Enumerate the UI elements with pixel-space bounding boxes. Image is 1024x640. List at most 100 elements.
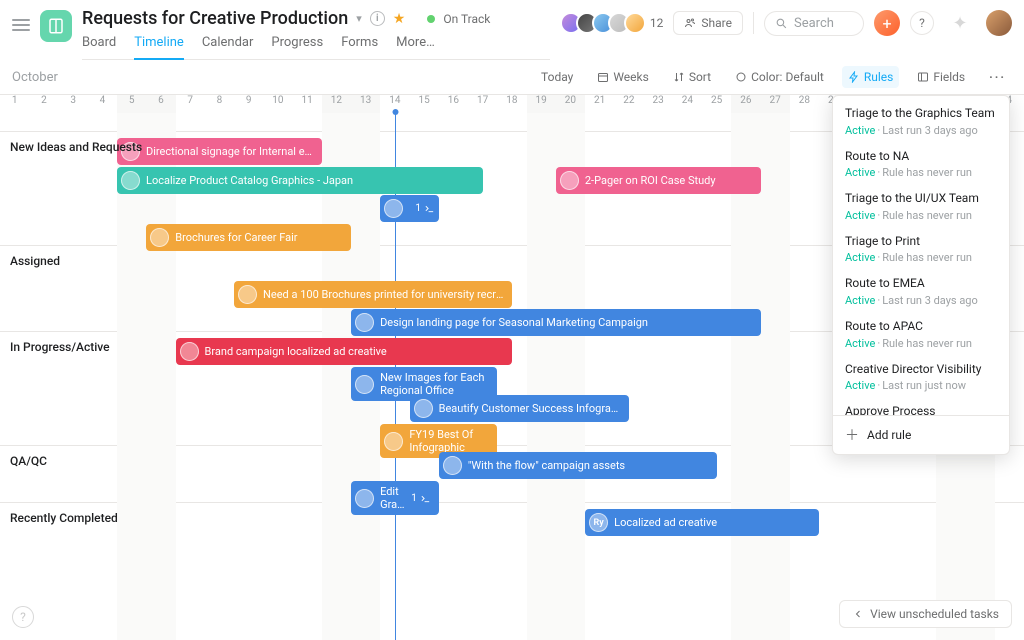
task-bar[interactable]: Localize Product Catalog Graphics - Japa… (117, 167, 483, 194)
rule-when: Rule has never run (882, 209, 972, 222)
rule-item[interactable]: Triage to the Graphics TeamActive·Last r… (833, 100, 1009, 143)
task-bar[interactable]: Beautify Customer Success Infographic (410, 395, 629, 422)
section-label[interactable]: QA/QC (10, 454, 47, 468)
date-cell: 21 (585, 95, 614, 113)
help-button[interactable]: ? (910, 11, 934, 35)
rule-item[interactable]: Triage to the UI/UX TeamActive·Rule has … (833, 185, 1009, 228)
user-avatar[interactable] (986, 10, 1012, 36)
today-button[interactable]: Today (535, 66, 579, 88)
color-icon (735, 71, 747, 83)
facepile[interactable]: 12 (560, 12, 664, 34)
date-cell: 27 (761, 95, 790, 113)
task-label: 2-Pager on ROI Case Study (585, 174, 753, 187)
task-label: Brochures for Career Fair (175, 231, 343, 244)
assignee-avatar (384, 199, 403, 218)
date-cell: 17 (468, 95, 497, 113)
date-cell: 25 (702, 95, 731, 113)
star-icon[interactable]: ★ (393, 11, 406, 27)
sort-button[interactable]: Sort (667, 66, 717, 88)
task-bar[interactable]: Edit Graph… 1 (351, 481, 439, 515)
assignee-avatar (355, 489, 374, 508)
rule-item[interactable]: Creative Director VisibilityActive·Last … (833, 356, 1009, 399)
date-cell: 19 (527, 95, 556, 113)
project-icon[interactable] (40, 10, 72, 42)
task-bar[interactable]: 2-Pager on ROI Case Study (556, 167, 761, 194)
rule-when: Rule has never run (882, 251, 972, 264)
rule-name: Approve Process (845, 404, 997, 415)
date-cell: 22 (614, 95, 643, 113)
tab-progress[interactable]: Progress (271, 35, 323, 59)
section-label[interactable]: In Progress/Active (10, 340, 110, 354)
rule-name: Creative Director Visibility (845, 362, 997, 378)
search-input[interactable]: Search (764, 11, 864, 36)
tab-more[interactable]: More… (396, 35, 435, 59)
chevron-down-icon[interactable]: ▾ (356, 12, 362, 25)
date-cell: 2 (29, 95, 58, 113)
tab-calendar[interactable]: Calendar (202, 35, 254, 59)
add-button[interactable]: + (874, 10, 900, 36)
task-label: Brand campaign localized ad creative (205, 345, 504, 358)
mascot-icon: ✦ (944, 11, 976, 35)
task-bar[interactable]: Design landing page for Seasonal Marketi… (351, 309, 761, 336)
rule-status: Active (845, 294, 875, 307)
section-label[interactable]: Recently Completed (10, 511, 118, 525)
sort-icon (673, 71, 685, 83)
color-button[interactable]: Color: Default (729, 66, 830, 88)
feedback-button[interactable]: ? (12, 606, 34, 628)
task-bar[interactable]: Need a 100 Brochures printed for univers… (234, 281, 512, 308)
task-label: Localize Product Catalog Graphics - Japa… (146, 174, 475, 187)
rule-item[interactable]: Route to EMEAActive·Last run 3 days ago (833, 270, 1009, 313)
date-cell: 26 (731, 95, 760, 113)
add-rule-button[interactable]: ＋ Add rule (833, 415, 1009, 454)
info-icon[interactable]: i (370, 11, 385, 26)
rule-name: Route to NA (845, 149, 997, 165)
rule-item[interactable]: Route to NAActive·Rule has never run (833, 143, 1009, 186)
rules-button[interactable]: Rules (842, 66, 899, 88)
fields-button[interactable]: Fields (911, 66, 971, 88)
avatar (624, 12, 646, 34)
assignee-avatar (180, 342, 199, 361)
task-meta: 1 (411, 493, 431, 504)
section-label[interactable]: New Ideas and Requests (10, 140, 142, 154)
rule-item[interactable]: Triage to PrintActive·Rule has never run (833, 228, 1009, 271)
status-text[interactable]: On Track (443, 12, 490, 26)
menu-button[interactable] (12, 16, 30, 34)
rule-item[interactable]: Approve ProcessActive·Last run 3 days ag… (833, 398, 1009, 415)
calendar-icon (597, 71, 609, 83)
rule-status: Active (845, 337, 875, 350)
tab-board[interactable]: Board (82, 35, 116, 59)
task-bar[interactable]: Brochures for Career Fair (146, 224, 351, 251)
scale-selector[interactable]: Weeks (591, 66, 654, 88)
date-cell: 13 (351, 95, 380, 113)
task-label: Edit Graph… (380, 486, 405, 511)
section-label[interactable]: Assigned (10, 254, 60, 268)
share-button[interactable]: Share (673, 11, 743, 35)
date-cell: 6 (146, 95, 175, 113)
task-bar[interactable]: RyLocalized ad creative (585, 509, 819, 536)
month-label: October (12, 70, 523, 85)
task-bar[interactable]: Directional signage for Internal events (117, 138, 322, 165)
share-label: Share (701, 16, 732, 30)
date-cell: 18 (497, 95, 526, 113)
task-bar[interactable]: "With the flow" campaign assets (439, 452, 717, 479)
task-label: "With the flow" campaign assets (468, 459, 709, 472)
date-cell: 9 (234, 95, 263, 113)
task-bar[interactable]: Brand campaign localized ad creative (176, 338, 512, 365)
view-unscheduled-button[interactable]: View unscheduled tasks (839, 600, 1012, 628)
task-meta: 1 (415, 203, 435, 214)
date-cell: 28 (790, 95, 819, 113)
assignee-avatar: Ry (589, 513, 608, 532)
date-cell: 12 (322, 95, 351, 113)
task-bar[interactable]: B f…1 (380, 195, 439, 222)
task-label: Design landing page for Seasonal Marketi… (380, 316, 753, 329)
date-cell: 15 (410, 95, 439, 113)
more-button[interactable]: ··· (983, 66, 1012, 88)
plus-icon: ＋ (845, 425, 859, 445)
date-cell: 16 (439, 95, 468, 113)
rule-when: Last run 3 days ago (882, 124, 978, 137)
task-label: Need a 100 Brochures printed for univers… (263, 288, 504, 301)
date-cell: 24 (673, 95, 702, 113)
tab-forms[interactable]: Forms (341, 35, 378, 59)
rule-item[interactable]: Route to APACActive·Rule has never run (833, 313, 1009, 356)
tab-timeline[interactable]: Timeline (134, 35, 184, 60)
